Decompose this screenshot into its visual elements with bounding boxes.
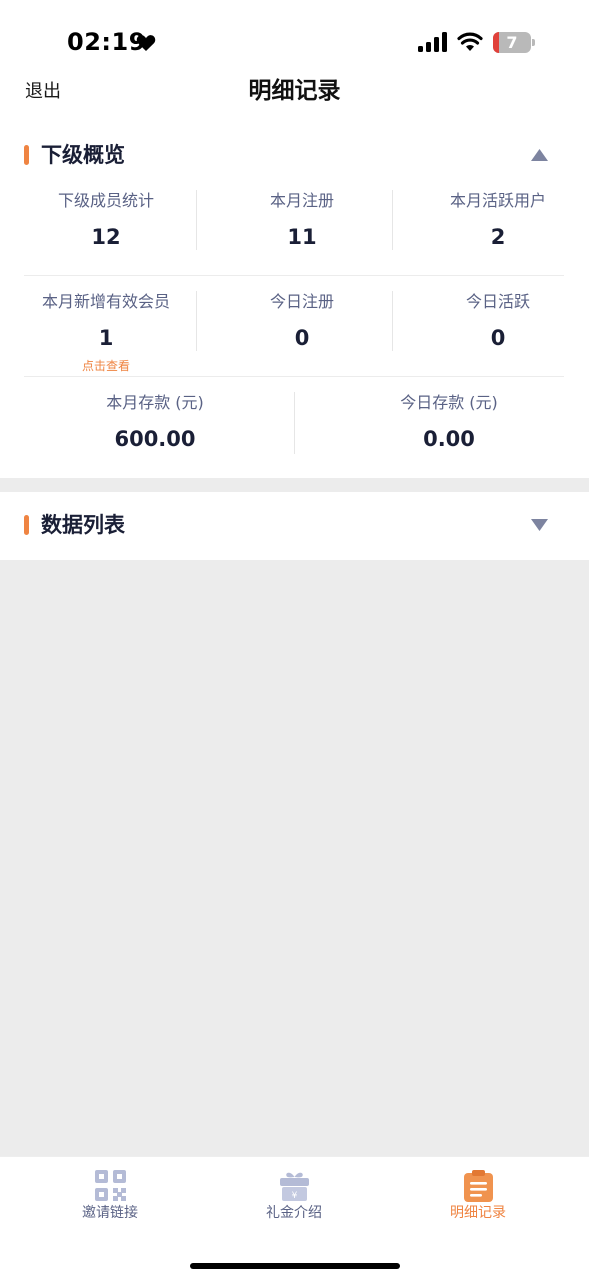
gift-icon: ¥ (280, 1172, 309, 1201)
stat-value: 1 (98, 326, 114, 350)
expand-caret-down-icon[interactable] (531, 519, 548, 531)
divider (294, 392, 295, 454)
stat-label: 本月活跃用户 (449, 191, 546, 210)
overview-section-header[interactable]: 下级概览 (0, 135, 589, 175)
data-list-section-header[interactable]: 数据列表 (0, 505, 589, 545)
stat-today-registered: 今日注册 0 (204, 281, 400, 377)
tab-label: 明细记录 (450, 1205, 506, 1221)
stat-month-deposit: 本月存款 (元) 600.00 (24, 382, 286, 478)
tab-label: 邀请链接 (82, 1205, 138, 1221)
stat-label: 今日存款 (元) (400, 393, 498, 412)
stat-month-registered: 本月注册 11 (204, 180, 400, 276)
status-time: 02:19 (67, 28, 146, 56)
stat-value: 0 (294, 326, 310, 350)
tab-detail-records[interactable]: 明细记录 (380, 1157, 576, 1237)
overview-title: 下级概览 (41, 143, 125, 167)
stat-today-active: 今日活跃 0 (400, 281, 589, 377)
stat-subordinate-total: 下级成员统计 12 (24, 180, 188, 276)
data-list-panel: 数据列表 (0, 492, 589, 560)
signal-icon (418, 32, 447, 52)
stat-value: 0 (490, 326, 506, 350)
stat-value: 600.00 (114, 427, 196, 451)
view-details-link[interactable]: 点击查看 (24, 358, 188, 374)
stats-row: 本月存款 (元) 600.00 今日存款 (元) 0.00 (24, 382, 564, 478)
stat-label: 今日活跃 (465, 292, 530, 311)
stat-label: 本月注册 (269, 191, 334, 210)
nav-header: 退出 明细记录 (0, 78, 589, 130)
tab-gift-intro[interactable]: ¥ 礼金介绍 (196, 1157, 392, 1237)
svg-text:¥: ¥ (292, 1191, 298, 1201)
stat-label: 下级成员统计 (57, 191, 154, 210)
stat-value: 2 (490, 225, 506, 249)
bottom-tab-bar: 邀请链接 ¥ 礼金介绍 明细记录 (0, 1156, 589, 1280)
page-title: 明细记录 (248, 78, 341, 104)
stat-value: 11 (287, 225, 317, 249)
collapse-caret-up-icon[interactable] (531, 149, 548, 161)
stat-label: 本月新增有效会员 (41, 292, 170, 311)
divider (196, 291, 197, 351)
stat-label: 今日注册 (269, 292, 334, 311)
stat-month-new-members: 本月新增有效会员 1 点击查看 (24, 281, 188, 377)
stat-value: 12 (91, 225, 121, 249)
status-bar: 02:19 7 (0, 0, 589, 80)
divider (392, 190, 393, 250)
wifi-icon (457, 32, 483, 51)
data-list-title: 数据列表 (41, 513, 125, 537)
tab-invite-link[interactable]: 邀请链接 (12, 1157, 208, 1237)
stats-row: 下级成员统计 12 本月注册 11 本月活跃用户 2 (24, 180, 564, 276)
tab-label: 礼金介绍 (266, 1205, 322, 1221)
divider (392, 291, 393, 351)
battery-icon: 7 (493, 32, 535, 53)
clipboard-icon (464, 1170, 493, 1202)
battery-level: 7 (506, 33, 518, 52)
section-accent-bar (24, 515, 29, 535)
home-indicator (190, 1263, 400, 1269)
stat-today-deposit: 今日存款 (元) 0.00 (302, 382, 589, 478)
stat-value: 0.00 (423, 427, 475, 451)
section-accent-bar (24, 145, 29, 165)
stats-row: 本月新增有效会员 1 点击查看 今日注册 0 今日活跃 0 (24, 281, 564, 377)
divider (196, 190, 197, 250)
stat-label: 本月存款 (元) (106, 393, 204, 412)
heart-icon (136, 35, 156, 51)
stat-month-active: 本月活跃用户 2 (400, 180, 589, 276)
qr-code-icon (95, 1170, 126, 1201)
